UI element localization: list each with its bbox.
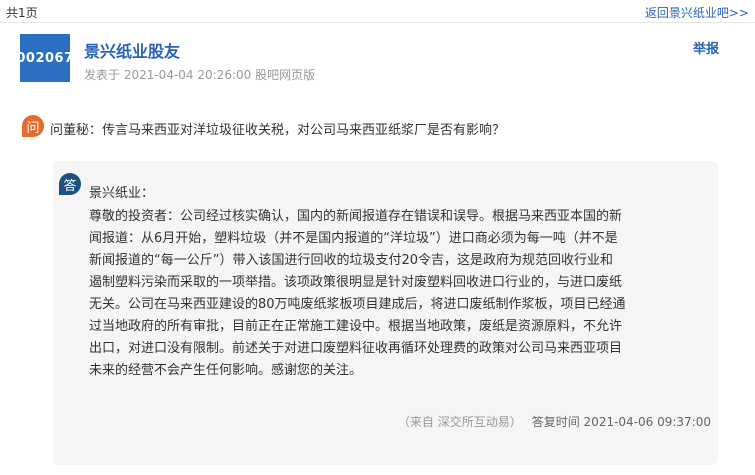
answer-reply-time: 答复时间 2021-04-06 09:37:00 [531, 415, 711, 429]
question-text: 问董秘：传言马来西亚对洋垃圾征收关税，对公司马来西亚纸浆厂是否有影响？ [50, 123, 506, 138]
answer-line: 出口，对进口没有限制。前述关于对进口废塑料征收再循环处理费的政策对公司马来西亚项… [89, 341, 623, 356]
answer-line: 遏制塑料污染而采取的一项举措。该项政策很明显是针对废塑料回收进口行业的，与进口废… [89, 275, 623, 290]
answer-meta: （来自 深交所互动易） 答复时间 2021-04-06 09:37:00 [398, 413, 711, 430]
answer-text: 尊敬的投资者：公司经过核实确认，国内的新闻报道存在错误和误导。根据马来西亚本国的… [89, 206, 679, 382]
answer-line: 尊敬的投资者：公司经过核实确认，国内的新闻报道存在错误和误导。根据马来西亚本国的… [89, 209, 623, 224]
answer-line: 无关。公司在马来西亚建设的80万吨废纸浆板项目建成后，将进口废纸制作浆板，项目已… [89, 297, 626, 312]
divider [0, 22, 755, 23]
answer-company: 景兴纸业： [89, 186, 155, 201]
answer-icon: 答 [59, 173, 81, 195]
answer-line: 过当地政府的所有审批，目前正在正常施工建设中。根据当地政策，废纸是资源原料，不允… [89, 319, 623, 334]
avatar[interactable]: 002067 [16, 34, 73, 82]
answer-line: 新闻报道的“每一公斤”）带入该国进行回收的垃圾支付20令吉，这是政府为规范回收行… [89, 253, 614, 268]
page-count: 共1页 [6, 6, 38, 20]
answer-line: 闻报道：从6月开始，塑料垃圾（并不是国内报道的“洋垃圾”）进口商必须为每一吨（并… [89, 231, 618, 246]
answer-source: （来自 深交所互动易） [397, 415, 522, 429]
username-link[interactable]: 景兴纸业股友 [84, 38, 180, 62]
question-icon: 问 [22, 115, 44, 137]
top-bar: 共1页 返回景兴纸业吧>> [0, 0, 755, 24]
report-button[interactable]: 举报 [693, 38, 719, 57]
post-meta: 发表于 2021-04-04 20:26:00 股吧网页版 [84, 68, 316, 82]
answer-line: 未来的经营不会产生任何影响。感谢您的关注。 [89, 363, 363, 378]
back-to-forum-link[interactable]: 返回景兴纸业吧>> [645, 4, 749, 21]
